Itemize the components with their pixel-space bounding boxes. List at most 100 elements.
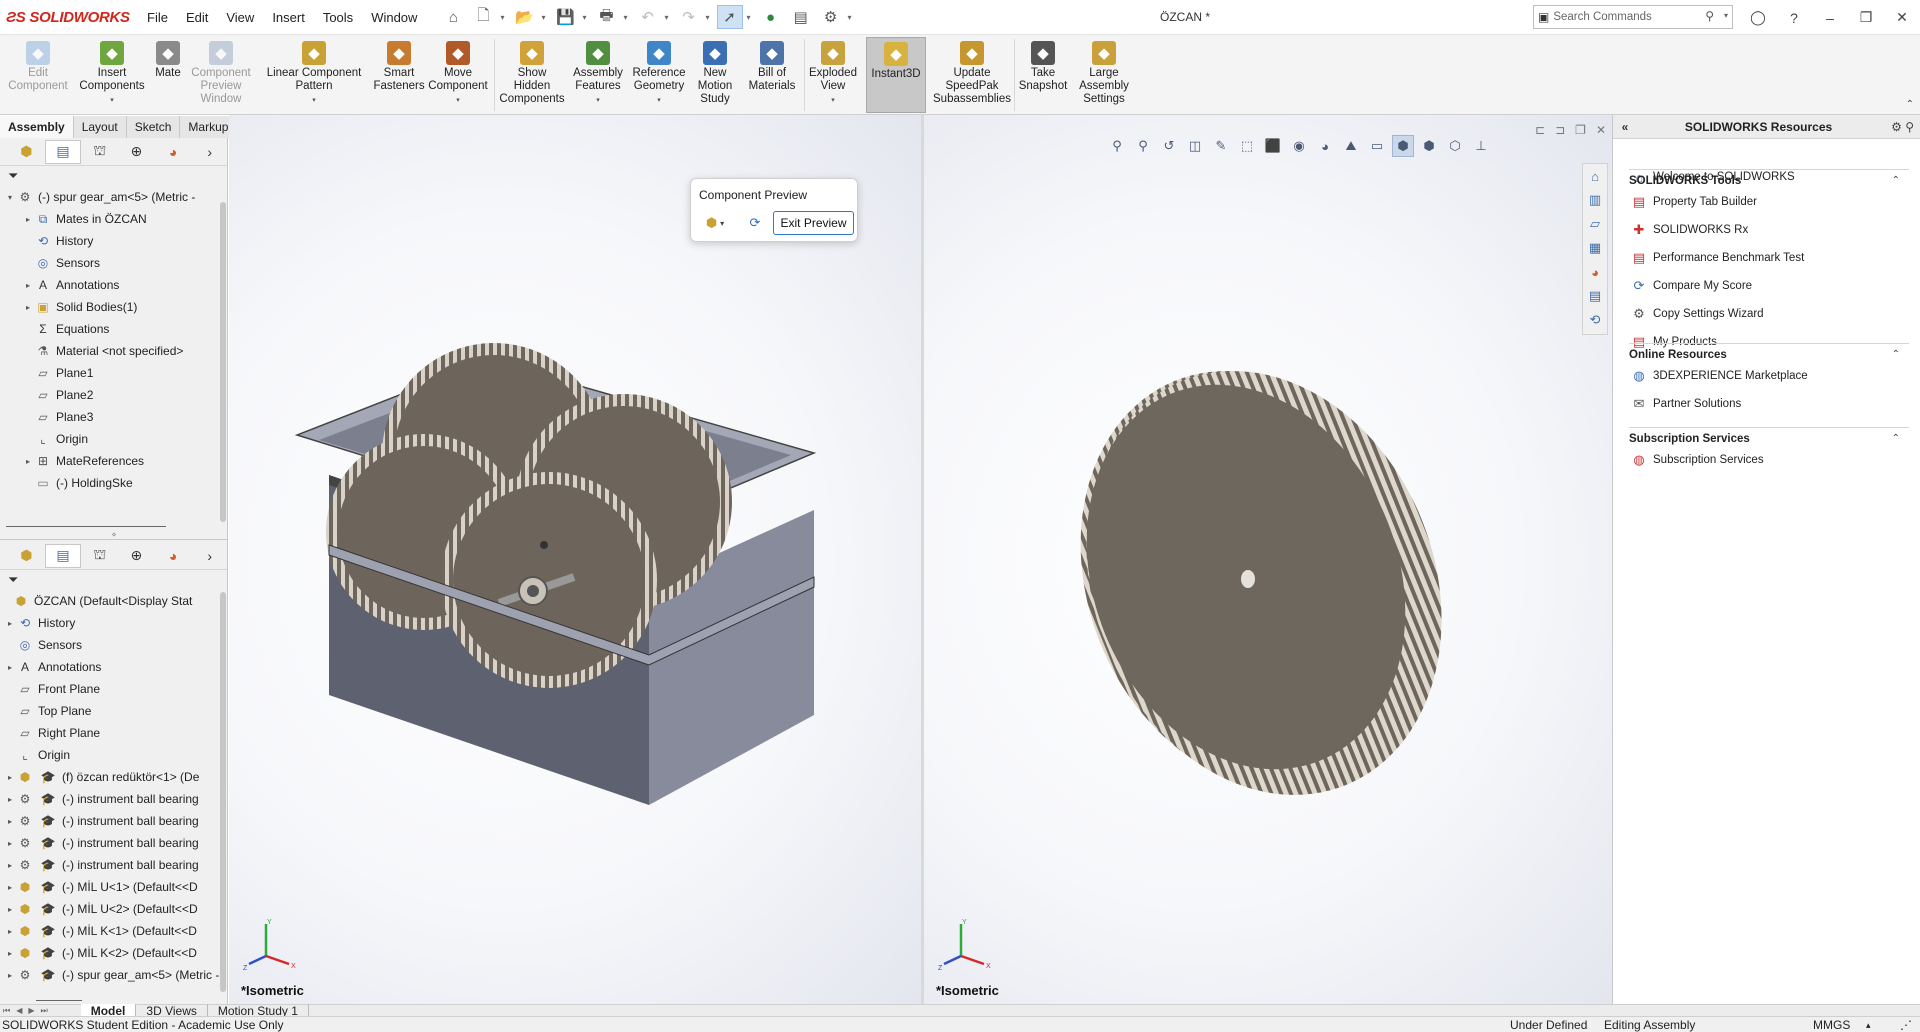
tree-item[interactable]: ⚗ Material <not specified>: [0, 340, 227, 362]
resources-home-icon[interactable]: ⌂: [1583, 164, 1607, 188]
menu-tools[interactable]: Tools: [314, 0, 362, 35]
assembly-features-button[interactable]: ◆ Assembly Features ▾: [570, 37, 626, 113]
copy-settings-link[interactable]: ⚙ Copy Settings Wizard: [1629, 305, 1763, 323]
collapse-section-icon[interactable]: ⌃: [1892, 175, 1900, 186]
preview-tree-hscrollbar[interactable]: [6, 526, 166, 527]
restore-icon[interactable]: ❐: [1848, 9, 1884, 26]
reference-geometry-button[interactable]: ◆ Reference Geometry ▾: [628, 37, 690, 113]
tree-item[interactable]: ▸ ⚙ 🎓 (-) instrument ball bearing: [0, 788, 227, 810]
tree-expand-icon[interactable]: ▸: [4, 663, 16, 672]
print-dropdown-icon[interactable]: ▾: [623, 13, 627, 22]
linear-pattern-button[interactable]: ◆ Linear Component Pattern ▾: [258, 37, 370, 113]
mate-button[interactable]: ◆ Mate: [150, 37, 186, 113]
tree-item[interactable]: ▸ ⬢ 🎓 (-) MİL U<2> (Default<<D: [0, 898, 227, 920]
custom-properties-icon[interactable]: ▤: [1583, 284, 1607, 308]
open-icon[interactable]: 📂: [511, 5, 537, 29]
tree-expand-icon[interactable]: ▸: [22, 457, 34, 466]
undo-icon[interactable]: ↶: [635, 5, 661, 29]
configuration-manager-tab-icon[interactable]: ⛫: [81, 544, 118, 568]
subscription-link[interactable]: ◍ Subscription Services: [1629, 451, 1763, 469]
home-icon[interactable]: ⌂: [440, 5, 466, 29]
refresh-preview-icon[interactable]: ⟳: [743, 212, 767, 234]
user-account-icon[interactable]: ◯: [1740, 9, 1776, 26]
appearances-icon[interactable]: ◕: [1583, 260, 1607, 284]
save-dropdown-icon[interactable]: ▾: [582, 13, 586, 22]
filter-icon[interactable]: ⏷: [0, 570, 227, 590]
tree-expand-icon[interactable]: ▸: [4, 949, 16, 958]
large-assembly-button[interactable]: ◆ Large Assembly Settings: [1076, 37, 1132, 113]
tree-expand-icon[interactable]: ▸: [22, 281, 34, 290]
tree-expand-icon[interactable]: ▸: [4, 619, 16, 628]
show-hidden-button[interactable]: ◆ Show Hidden Components: [497, 37, 567, 113]
options-gear-icon[interactable]: ⚙: [818, 5, 844, 29]
exploded-view-button[interactable]: ◆ Exploded View ▾: [802, 37, 864, 113]
insert-components-button[interactable]: ◆ Insert Components ▾: [76, 37, 148, 113]
spur-gear-preview-model[interactable]: [924, 115, 1612, 1004]
chevron-down-icon[interactable]: ▾: [596, 94, 600, 107]
tree-item[interactable]: ⟲ History: [0, 230, 227, 252]
tree-item[interactable]: ▸ ⚙ 🎓 (-) instrument ball bearing: [0, 832, 227, 854]
tree-item[interactable]: ◎ Sensors: [0, 634, 227, 656]
undo-dropdown-icon[interactable]: ▾: [665, 13, 669, 22]
tree-item[interactable]: ▸ ⟲ History: [0, 612, 227, 634]
search-icon[interactable]: ⚲: [1705, 9, 1714, 23]
compare-score-link[interactable]: ⟳ Compare My Score: [1629, 277, 1753, 295]
tab-layout[interactable]: Layout: [74, 116, 127, 138]
tree-expand-icon[interactable]: ▸: [4, 773, 16, 782]
unit-system-selector[interactable]: MMGS: [1813, 1017, 1850, 1032]
prev-tab-icon[interactable]: ◀: [13, 1006, 25, 1015]
tree-item[interactable]: ▸ ⚙ 🎓 (-) instrument ball bearing: [0, 810, 227, 832]
tree-expand-icon[interactable]: ▸: [4, 927, 16, 936]
tree-item[interactable]: ▸ A Annotations: [0, 274, 227, 296]
last-tab-icon[interactable]: ⏭: [38, 1006, 51, 1016]
component-selector-button[interactable]: ⬢ ▾: [697, 212, 733, 234]
menu-window[interactable]: Window: [362, 0, 426, 35]
collapse-pane-icon[interactable]: «: [1613, 120, 1637, 134]
tab-sketch[interactable]: Sketch: [127, 116, 181, 138]
tree-expand-icon[interactable]: ▸: [4, 795, 16, 804]
select-dropdown-icon[interactable]: ▾: [747, 13, 751, 22]
new-document-icon[interactable]: 🗋: [470, 5, 496, 29]
solidworks-rx-link[interactable]: ✚ SOLIDWORKS Rx: [1629, 221, 1749, 239]
file-properties-icon[interactable]: ▤: [788, 5, 814, 29]
pane-settings-icon[interactable]: ⚙ ⚲: [1880, 120, 1920, 134]
redo-icon[interactable]: ↷: [676, 5, 702, 29]
tree-item[interactable]: ▸ A Annotations: [0, 656, 227, 678]
menu-file[interactable]: File: [138, 0, 177, 35]
panel-more-chevron-icon[interactable]: ›: [191, 544, 227, 568]
dimxpert-manager-tab-icon[interactable]: ⊕: [118, 544, 155, 568]
filter-icon[interactable]: ⏷: [0, 166, 227, 186]
property-manager-tab-icon[interactable]: ▤: [44, 139, 82, 164]
pane-splitter[interactable]: ⋄: [0, 530, 227, 540]
tab-assembly[interactable]: Assembly: [0, 116, 74, 138]
tree-item[interactable]: ▸ ⬢ 🎓 (f) özcan redüktör<1> (De: [0, 766, 227, 788]
menu-view[interactable]: View: [217, 0, 263, 35]
snapshot-button[interactable]: ◆ Take Snapshot: [1018, 37, 1068, 113]
display-manager-tab-icon[interactable]: ◕: [155, 544, 192, 568]
tree-item[interactable]: ▱ Plane3: [0, 406, 227, 428]
assembly-tree-hscrollbar[interactable]: [36, 1000, 82, 1001]
tree-expand-icon[interactable]: ▸: [4, 817, 16, 826]
tree-expand-icon[interactable]: ▸: [22, 215, 34, 224]
feature-manager-tab-icon[interactable]: ⬢: [8, 140, 45, 164]
tree-item[interactable]: ▱ Top Plane: [0, 700, 227, 722]
chevron-down-icon[interactable]: ▾: [312, 94, 316, 107]
chevron-down-icon[interactable]: ▾: [831, 94, 835, 107]
next-tab-icon[interactable]: ▶: [25, 1006, 37, 1015]
motion-study-button[interactable]: ◆ New Motion Study: [690, 37, 740, 113]
speedpak-button[interactable]: ◆ Update SpeedPak Subassemblies: [930, 37, 1014, 113]
tree-item[interactable]: ◎ Sensors: [0, 252, 227, 274]
display-manager-tab-icon[interactable]: ◕: [155, 140, 192, 164]
benchmark-link[interactable]: ▤ Performance Benchmark Test: [1629, 249, 1804, 267]
tree-expand-icon[interactable]: ▸: [4, 883, 16, 892]
tree-item[interactable]: ⬢ ÖZCAN (Default<Display Stat: [0, 590, 227, 612]
tree-item[interactable]: ▱ Front Plane: [0, 678, 227, 700]
units-chevron-icon[interactable]: ▴: [1866, 1017, 1871, 1032]
component-preview-button[interactable]: ◆ Component Preview Window: [188, 37, 254, 113]
tree-item[interactable]: ▸ ⚙ 🎓 (-) instrument ball bearing: [0, 854, 227, 876]
feature-manager-tab-icon[interactable]: ⬢: [8, 544, 45, 568]
tree-item[interactable]: ▸ ⧉ Mates in ÖZCAN: [0, 208, 227, 230]
tree-item[interactable]: ▸ ⬢ 🎓 (-) MİL K<2> (Default<<D: [0, 942, 227, 964]
property-manager-tab-icon[interactable]: ▤: [44, 543, 82, 568]
menu-edit[interactable]: Edit: [177, 0, 217, 35]
